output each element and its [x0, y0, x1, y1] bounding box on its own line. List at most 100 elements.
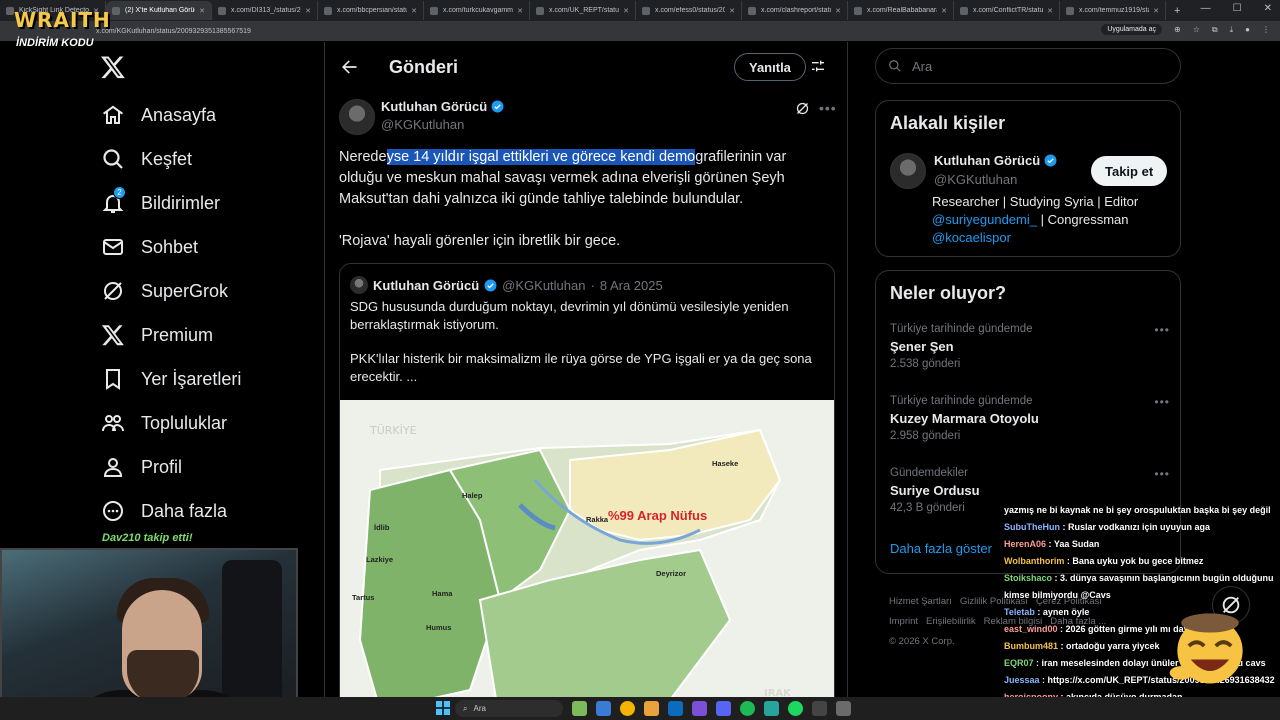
sidebar-item-yer-i-şaretleri[interactable]: Yer İşaretleri — [100, 357, 241, 401]
footer-link[interactable]: Imprint — [889, 616, 918, 627]
chat-username[interactable]: HerenA06 — [1004, 539, 1046, 549]
browser-tab[interactable]: x.com/RealBababanaras/ ✕ — [848, 1, 954, 20]
avatar[interactable] — [350, 276, 368, 294]
post-author[interactable]: Kutluhan Görücü @KGKutluhan — [339, 99, 504, 135]
sidebar-item-keşfet[interactable]: Keşfet — [100, 137, 241, 181]
author-name[interactable]: Kutluhan Görücü — [381, 99, 504, 114]
tab-close-icon[interactable]: ✕ — [729, 7, 735, 15]
more-options-icon[interactable]: ••• — [1154, 467, 1170, 481]
spotify-icon[interactable] — [740, 701, 755, 716]
tab-close-icon[interactable]: ✕ — [199, 7, 205, 15]
chat-username[interactable]: EQR07 — [1004, 658, 1034, 668]
syria-map-image[interactable]: TÜRKİYE %99 Arap Nüfus Haseke Halep İdlib R… — [340, 400, 834, 720]
quoted-author-handle[interactable]: @KGKutluhan — [502, 278, 585, 293]
sidebar-item-supergrok[interactable]: SuperGrok — [100, 269, 241, 313]
author-handle[interactable]: @KGKutluhan — [381, 117, 504, 132]
maximize-icon[interactable]: ☐ — [1233, 3, 1242, 14]
trend-name[interactable]: Şener Şen — [890, 339, 1170, 354]
search-input[interactable]: Ara — [875, 48, 1181, 84]
app-icon[interactable] — [812, 701, 827, 716]
browser-tab[interactable]: x.com/temmuz1919/statu ✕ — [1060, 1, 1166, 20]
browser-tab[interactable]: x.com/turkcukavgamm/st ✕ — [424, 1, 530, 20]
more-options-icon[interactable]: ••• — [819, 100, 837, 116]
quoted-author-name[interactable]: Kutluhan Görücü — [373, 278, 479, 293]
chrome-icon[interactable] — [620, 701, 635, 716]
folder-icon[interactable] — [644, 701, 659, 716]
bio-mention-link[interactable]: @suriyegundemi_ — [932, 212, 1037, 227]
author-name-text[interactable]: Kutluhan Görücü — [381, 99, 487, 114]
profile-icon[interactable]: ● — [1245, 25, 1250, 34]
trend-item[interactable]: Türkiye tarihinde gündemde Kuzey Marmara … — [890, 395, 1170, 442]
new-tab-icon[interactable]: + — [1166, 5, 1188, 17]
quoted-date[interactable]: 8 Ara 2025 — [600, 278, 663, 293]
chat-username[interactable]: Wolbanthorim — [1004, 556, 1064, 566]
sidebar-item-premium[interactable]: Premium — [100, 313, 241, 357]
browser-tab[interactable]: x.com/clashreport/status ✕ — [742, 1, 848, 20]
related-user[interactable]: Kutluhan Görücü @KGKutluhan — [890, 153, 1057, 189]
tab-close-icon[interactable]: ✕ — [411, 7, 417, 15]
star-icon[interactable]: ☆ — [1193, 25, 1200, 34]
chat-username[interactable]: Juessaa — [1004, 675, 1040, 685]
open-in-app-button[interactable]: Uygulamada aç — [1101, 24, 1163, 35]
chat-username[interactable]: Stoikshaco — [1004, 573, 1052, 583]
related-user-name[interactable]: Kutluhan Görücü — [934, 153, 1057, 168]
menu-icon[interactable]: ⋮ — [1262, 25, 1270, 34]
tab-close-icon[interactable]: ✕ — [305, 7, 311, 15]
url-text[interactable]: x.com/KGKutluhan/status/2009329351385567… — [96, 28, 251, 35]
chat-username[interactable]: Teletab — [1004, 607, 1035, 617]
sidebar-item-daha-fazla[interactable]: Daha fazla — [100, 489, 241, 533]
taskbar-search[interactable]: ⌕ Ara — [455, 700, 563, 717]
zoom-icon[interactable]: ⊕ — [1174, 25, 1181, 34]
sidebar-item-anasayfa[interactable]: Anasayfa — [100, 93, 241, 137]
show-more-link[interactable]: Daha fazla göster — [890, 541, 992, 556]
follow-button[interactable]: Takip et — [1091, 156, 1168, 186]
trend-item[interactable]: Türkiye tarihinde gündemde Şener Şen 2.538… — [890, 323, 1170, 370]
browser-tab[interactable]: x.com/efess0/status/20 ✕ — [636, 1, 742, 20]
sidebar-item-profil[interactable]: Profil — [100, 445, 241, 489]
discord-icon[interactable] — [716, 701, 731, 716]
avatar[interactable] — [890, 153, 926, 189]
app-icon[interactable] — [692, 701, 707, 716]
sidebar-item-bildirimler[interactable]: 2 Bildirimler — [100, 181, 241, 225]
back-arrow-icon[interactable] — [339, 57, 359, 77]
footer-link[interactable]: Erişilebilirlik — [926, 616, 976, 627]
address-bar[interactable]: x.com/KGKutluhan/status/2009329351385567… — [0, 21, 1280, 41]
trend-name[interactable]: Suriye Ordusu — [890, 483, 1170, 498]
minimize-icon[interactable]: — — [1201, 3, 1211, 14]
bio-mention-link[interactable]: @kocaelispor — [932, 230, 1011, 245]
x-logo-icon[interactable] — [100, 54, 126, 80]
app-icon[interactable] — [596, 701, 611, 716]
browser-tab[interactable]: x.com/bbcpersian/status/✕ — [318, 1, 424, 20]
browser-tab[interactable]: x.com/DI313_/status/200 ✕ — [212, 1, 318, 20]
chat-username[interactable]: east_wind00 — [1004, 624, 1058, 634]
filter-icon[interactable] — [810, 58, 826, 74]
related-user-name-text[interactable]: Kutluhan Görücü — [934, 153, 1040, 168]
app-icon[interactable] — [764, 701, 779, 716]
app-icon[interactable] — [836, 701, 851, 716]
tab-close-icon[interactable]: ✕ — [835, 7, 841, 15]
close-icon[interactable]: ✕ — [1264, 3, 1272, 14]
app-icon[interactable] — [668, 701, 683, 716]
sidebar-item-sohbet[interactable]: Sohbet — [100, 225, 241, 269]
tab-close-icon[interactable]: ✕ — [1047, 7, 1053, 15]
related-user-handle[interactable]: @KGKutluhan — [934, 172, 1057, 187]
windows-start-icon[interactable] — [436, 701, 450, 715]
app-icon[interactable] — [572, 701, 587, 716]
reply-button[interactable]: Yanıtla — [734, 53, 806, 81]
chat-username[interactable]: Bumbum481 — [1004, 641, 1058, 651]
tab-close-icon[interactable]: ✕ — [1153, 7, 1159, 15]
more-options-icon[interactable]: ••• — [1154, 323, 1170, 337]
tab-close-icon[interactable]: ✕ — [941, 7, 947, 15]
quoted-post[interactable]: Kutluhan Görücü @KGKutluhan · 8 Ara 2025… — [339, 263, 835, 720]
browser-tab[interactable]: x.com/ConflictTR/status/2✕ — [954, 1, 1060, 20]
tab-close-icon[interactable]: ✕ — [517, 7, 523, 15]
system-clock[interactable] — [1274, 699, 1276, 708]
browser-tab[interactable]: (2) X'te Kutluhan Görücü ✕ — [106, 1, 212, 20]
chat-username[interactable]: SubuTheHun — [1004, 522, 1060, 532]
extensions-icon[interactable]: ⧉ — [1212, 25, 1218, 35]
sidebar-item-topluluklar[interactable]: Topluluklar — [100, 401, 241, 445]
more-options-icon[interactable]: ••• — [1154, 395, 1170, 409]
footer-link[interactable]: Hizmet Şartları — [889, 596, 952, 607]
trend-name[interactable]: Kuzey Marmara Otoyolu — [890, 411, 1170, 426]
avatar[interactable] — [339, 99, 375, 135]
